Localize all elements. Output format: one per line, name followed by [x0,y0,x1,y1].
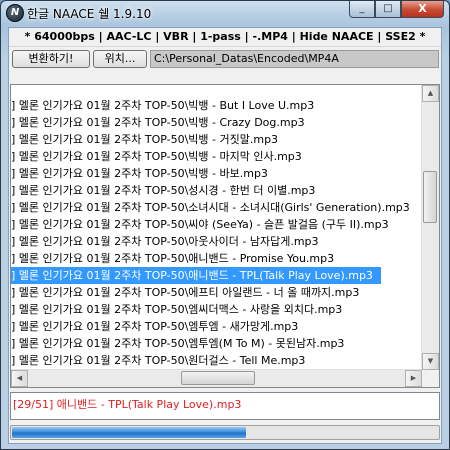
file-list-item[interactable]: ] 멜론 인기가요 01월 2주차 TOP-50\엠투엠(M To M) - 못… [11,335,423,352]
vertical-scroll-thumb[interactable] [423,171,437,223]
progress-fill [12,427,246,438]
scroll-left-icon[interactable]: ◀ [11,370,28,387]
file-list-item[interactable]: ] 멜론 인기가요 01월 2주차 TOP-50\빅뱅 - But I Love… [11,97,423,114]
file-list-item[interactable]: ] 멜론 인기가요 01월 2주차 TOP-50\아웃사이더 - 남자답게.mp… [11,233,423,250]
progress-bar [10,425,440,440]
file-list-item[interactable]: ] 멜론 인기가요 01월 2주차 TOP-50\엠투엠 - 새가망게.mp3 [11,318,423,335]
file-list-item[interactable]: ] 멜론 인기가요 01월 2주차 TOP-50\빅뱅 - Crazy Dog.… [11,114,423,131]
file-list-item[interactable]: ] 멜론 인기가요 01월 2주차 TOP-50\빅뱅 - 마지막 인사.mp3 [11,148,423,165]
app-window: N 한글 NAACE 쉘 1.9.10 _ □ X * 64000bps | A… [0,0,450,450]
app-icon[interactable]: N [6,4,24,22]
file-list-item[interactable]: ] 멜론 인기가요 01월 2주차 TOP-50\애니밴드 - Promise … [11,250,423,267]
file-list-item[interactable]: ] 멜론 인기가요 01월 2주차 TOP-50\원더걸스 - Tell Me.… [11,352,423,369]
window-controls: _ □ X [349,1,444,19]
file-list-item[interactable]: ] 멜론 인기가요 01월 2주차 TOP-50\엠씨더맥스 - 사랑을 외치다… [11,301,423,318]
file-list-item[interactable]: ] 멜론 인기가요 01월 2주차 TOP-50\빅뱅 - 바보.mp3 [11,165,423,182]
horizontal-scrollbar[interactable]: ◀ ▶ [11,369,422,387]
scroll-right-icon[interactable]: ▶ [405,370,422,387]
file-list-item[interactable]: ] 멜론 인기가요 01월 2주차 TOP-50\빅뱅 - 거짓말.mp3 [11,131,423,148]
minimize-button[interactable]: _ [349,1,375,18]
file-list-item[interactable]: ] 멜론 인기가요 01월 2주차 TOP-50\애니밴드 - TPL(Talk… [11,267,381,284]
encoding-options-bar[interactable]: * 64000bps | AAC-LC | VBR | 1-pass | -.M… [9,28,441,47]
scroll-down-icon[interactable]: ▼ [422,353,439,370]
convert-button[interactable]: 변환하기! [12,50,90,68]
client-area: * 64000bps | AAC-LC | VBR | 1-pass | -.M… [8,27,442,444]
window-title: 한글 NAACE 쉘 1.9.10 [27,7,152,21]
file-list-items: ] 멜론 인기가요 01월 2주차 TOP-50\빅뱅 - But I Love… [11,97,423,369]
title-bar[interactable]: N 한글 NAACE 쉘 1.9.10 _ □ X [1,1,449,27]
scroll-up-icon[interactable]: ▲ [422,85,439,102]
file-list[interactable]: ] 멜론 인기가요 01월 2주차 TOP-50\빅뱅 - But I Love… [10,84,440,388]
file-list-item[interactable]: ] 멜론 인기가요 01월 2주차 TOP-50\에프티 아일랜드 - 너 올 … [11,284,423,301]
maximize-button[interactable]: □ [375,1,401,18]
file-list-item[interactable]: ] 멜론 인기가요 01월 2주차 TOP-50\성시경 - 한번 더 이별.m… [11,182,423,199]
file-list-item[interactable]: ] 멜론 인기가요 01월 2주차 TOP-50\씨야 (SeeYa) - 슬픈… [11,216,423,233]
close-button[interactable]: X [401,1,444,18]
horizontal-scroll-thumb[interactable] [181,371,255,385]
browse-location-button[interactable]: 위치... [93,50,147,68]
vertical-scrollbar[interactable]: ▲ ▼ [421,85,439,370]
file-list-item[interactable]: ] 멜론 인기가요 01월 2주차 TOP-50\소녀시대 - 소녀시대(Gir… [11,199,423,216]
scrollbar-corner [422,370,439,387]
status-log: [29/51] 애니밴드 - TPL(Talk Play Love).mp3 [10,392,440,420]
output-path-field[interactable]: C:\Personal_Datas\Encoded\MP4A [150,50,439,68]
